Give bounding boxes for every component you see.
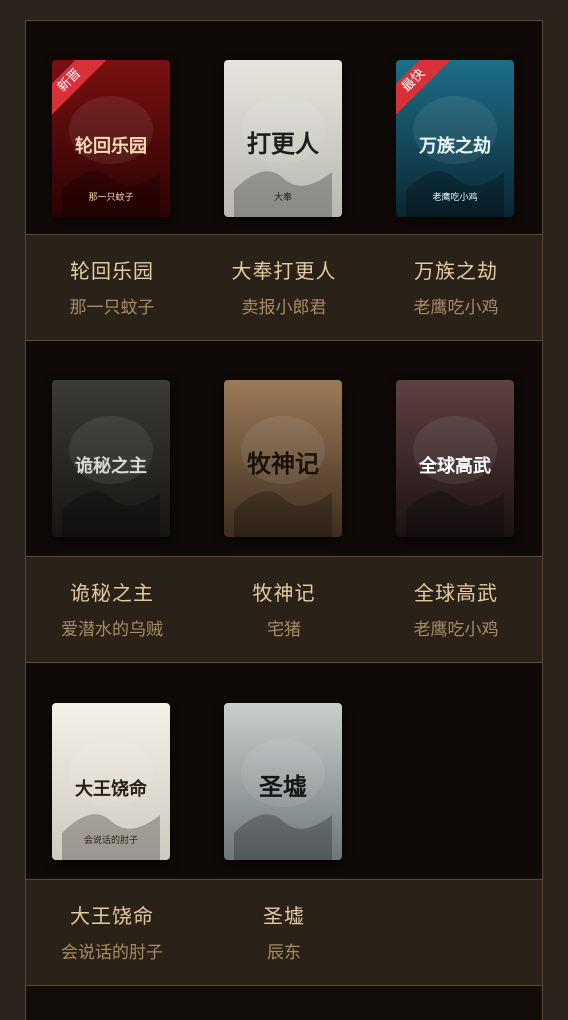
book-info[interactable]: 牧神记 宅猪 (198, 555, 370, 662)
book-info[interactable]: 大奉打更人卖报小郎君 (198, 233, 370, 340)
book-cover-cell[interactable]: 大王饶命 会说话的肘子 (26, 663, 198, 876)
book-cover[interactable]: 诡秘之主 (52, 380, 170, 537)
svg-text:诡秘之主: 诡秘之主 (75, 455, 147, 477)
book-title: 大奉打更人 (231, 259, 337, 283)
book-info[interactable]: 大王饶命会说话的肘子 (26, 878, 198, 985)
mountain-figure-icon: 打更人 大奉 (224, 60, 342, 217)
book-title: 诡秘之主 (70, 581, 154, 605)
book-author: 会说话的肘子 (61, 943, 163, 963)
book-cover-cell[interactable]: 轮回乐园 那一只蚊子 新晋 (26, 20, 198, 233)
book-title: 全球高武 (414, 581, 498, 605)
book-cover[interactable]: 大王饶命 会说话的肘子 (52, 703, 170, 860)
book-author: 老鹰吃小鸡 (413, 298, 499, 318)
book-info[interactable]: 万族之劫 老鹰吃小鸡 (370, 233, 542, 340)
book-author: 宅猪 (267, 620, 301, 640)
anime-boy-icon: 大王饶命 会说话的肘子 (52, 703, 170, 860)
svg-text:打更人: 打更人 (247, 129, 319, 158)
book-info[interactable]: 圣墟 辰东 (198, 878, 370, 985)
book-cover[interactable]: 全球高武 (396, 380, 514, 537)
book-title: 大王饶命 (70, 904, 154, 928)
book-cover[interactable]: 打更人 大奉 (224, 60, 342, 217)
svg-text:会说话的肘子: 会说话的肘子 (84, 834, 138, 846)
book-cover-cell[interactable]: 圣墟 (198, 663, 370, 876)
book-title: 圣墟 (263, 904, 305, 928)
book-title: 万族之劫 (414, 259, 498, 283)
book-cover[interactable]: 圣墟 (224, 703, 342, 860)
book-author: 辰东 (267, 943, 301, 963)
svg-text:万族之劫: 万族之劫 (418, 135, 491, 157)
misty-mountain-icon: 圣墟 (224, 703, 342, 860)
book-author: 那一只蚊子 (69, 298, 155, 318)
book-cover[interactable]: 牧神记 (224, 380, 342, 537)
book-cover-cell[interactable]: 诡秘之主 (26, 340, 198, 553)
book-cover-cell[interactable]: 万族之劫 老鹰吃小鸡 最快 (370, 20, 542, 233)
book-info[interactable]: 诡秘之主爱潜水的乌贼 (26, 555, 198, 662)
book-cover-cell[interactable]: 打更人 大奉 (198, 20, 370, 233)
svg-text:大王饶命: 大王饶命 (75, 778, 148, 800)
gothic-frame-icon: 诡秘之主 (52, 380, 170, 537)
book-author: 卖报小郎君 (241, 298, 327, 318)
svg-text:轮回乐园: 轮回乐园 (75, 135, 147, 157)
svg-text:那一只蚊子: 那一只蚊子 (88, 191, 133, 203)
svg-text:圣墟: 圣墟 (259, 772, 307, 801)
svg-text:牧神记: 牧神记 (247, 449, 319, 478)
book-author: 爱潜水的乌贼 (61, 620, 163, 640)
svg-text:大奉: 大奉 (274, 191, 292, 203)
book-cover[interactable]: 万族之劫 老鹰吃小鸡 最快 (396, 60, 514, 217)
book-cover[interactable]: 轮回乐园 那一只蚊子 新晋 (52, 60, 170, 217)
svg-text:老鹰吃小鸡: 老鹰吃小鸡 (432, 191, 477, 203)
book-title: 轮回乐园 (70, 259, 154, 283)
street-figure-icon: 全球高武 (396, 380, 514, 537)
book-cover-cell[interactable]: 牧神记 (198, 340, 370, 553)
traveler-silhouette-icon: 牧神记 (224, 380, 342, 537)
book-cover-cell[interactable]: 全球高武 (370, 340, 542, 553)
book-author: 老鹰吃小鸡 (413, 620, 499, 640)
book-info[interactable]: 全球高武 老鹰吃小鸡 (370, 555, 542, 662)
book-info[interactable]: 轮回乐园 那一只蚊子 (26, 233, 198, 340)
book-title: 牧神记 (252, 581, 316, 605)
svg-text:全球高武: 全球高武 (418, 455, 491, 477)
